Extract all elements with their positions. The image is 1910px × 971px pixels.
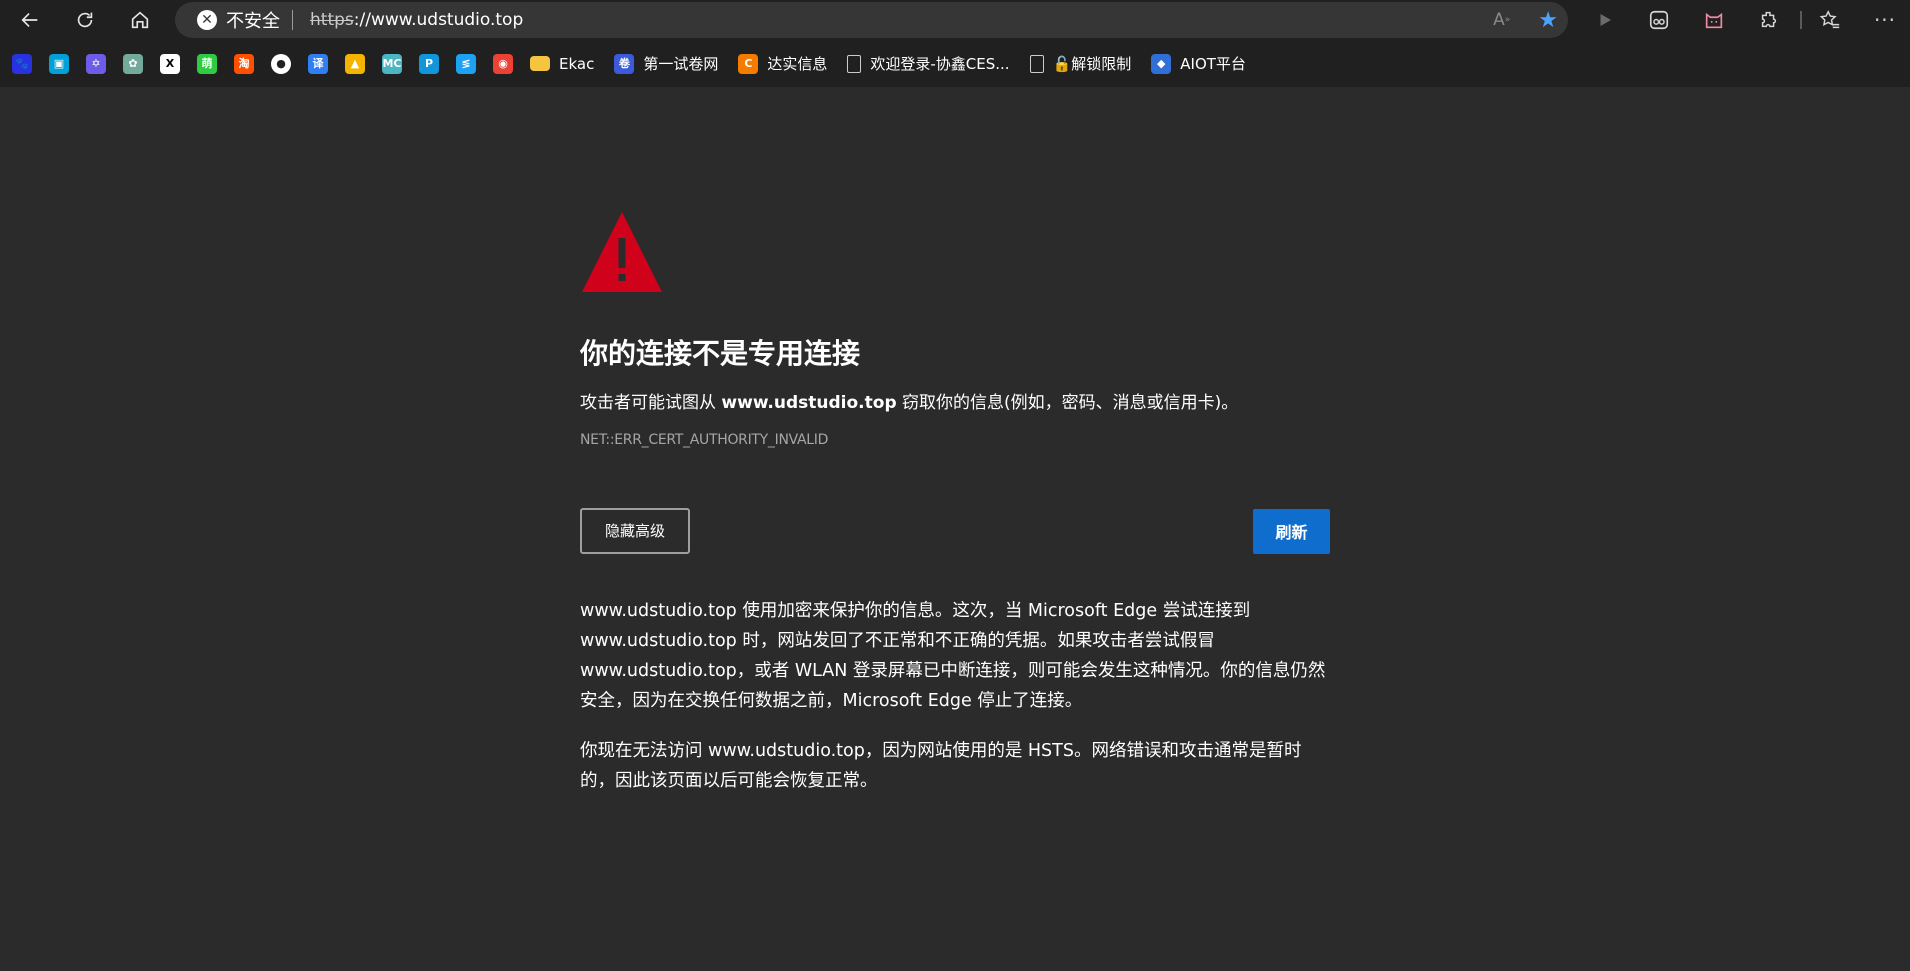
advanced-details-paragraph: www.udstudio.top 使用加密来保护你的信息。这次，当 Micros… [580,600,1326,711]
description-prefix: 攻击者可能试图从 [580,393,722,413]
back-arrow-icon [20,12,37,28]
juanwang-icon: 卷 [614,53,635,74]
bookmark-item[interactable]: ◉ [493,40,513,87]
play-icon[interactable] [1590,0,1620,40]
security-label[interactable]: 不安全 [226,7,280,33]
url-scheme: https [310,10,354,30]
bookmark-item[interactable]: ▬ Ekac [530,40,594,87]
refresh-page-button[interactable] [64,0,105,40]
bookmark-label: 🔓解锁限制 [1052,55,1132,73]
extension-cat-icon[interactable] [1699,0,1729,40]
bookmarks-bar: 🐾 ▣ ✡ ✿ X 萌淘 ● 译 ▲ MC P ≶ ◉ ▬ Ekac 卷第一试卷网 C 达实信息 欢迎登录-协鑫CE… [0,40,1910,87]
bookmark-label: Ekac [559,54,595,73]
bookmark-item[interactable]: 欢迎登录-协鑫CES... [847,40,1010,87]
extensions-puzzle-icon[interactable] [1754,0,1784,40]
bookmark-item[interactable]: 🐾 [12,40,32,87]
home-button[interactable] [119,0,160,40]
bookmark-item[interactable]: 萌 [197,40,217,87]
translate-icon: 译 [308,53,328,74]
warning-triangle-icon [582,212,662,292]
bookmark-item[interactable]: ▣ [49,40,69,87]
address-divider [292,10,293,30]
bookmark-item[interactable]: ◆ AIOT平台 [1151,40,1246,87]
aiot-icon: ◆ [1151,53,1172,74]
page-title: 你的连接不是专用连接 [580,337,861,370]
bookmark-item[interactable]: 🔓解锁限制 [1029,40,1132,87]
reload-icon [77,12,92,28]
meng-icon: 萌 [197,53,217,74]
home-icon [131,11,148,29]
github-icon: ● [271,53,291,74]
bookmark-item[interactable]: C 达实信息 [738,40,827,87]
description-host: www.udstudio.top [721,393,897,413]
toolbar-divider [1800,11,1802,29]
bookmark-item[interactable]: ▲ [345,40,365,87]
taobao-icon: 淘 [234,53,254,74]
url-host: ://www.udstudio.top [353,10,524,30]
bookmark-item[interactable]: 译 [308,40,328,87]
bookmark-label: AIOT平台 [1180,55,1246,73]
read-aloud-icon[interactable]: A» [1493,10,1510,30]
mc-icon: MC [382,53,402,74]
address-actions: A» ★ [1493,2,1558,38]
error-description: 攻击者可能试图从 www.udstudio.top 窃取你的信息(例如，密码、消… [580,392,1330,416]
hsts-paragraph: 你现在无法访问 www.udstudio.top，因为网站使用的是 HSTS。网… [580,740,1302,791]
page-icon [1029,54,1044,73]
error-code[interactable]: NET::ERR_CERT_AUTHORITY_INVALID [580,432,1330,448]
bookmark-item[interactable]: MC [382,40,402,87]
bookmark-item[interactable]: ✿ [123,40,143,87]
bookmark-label: 达实信息 [767,55,828,73]
arrow-s-icon: ≶ [456,53,476,74]
more-menu-icon[interactable]: ··· [1870,0,1900,40]
address-bar[interactable]: ✕ 不安全 https://www.udstudio.top A» ★ [175,2,1568,38]
bookmark-item[interactable]: 淘 [234,40,254,87]
extension-glasses-icon[interactable] [1644,0,1674,40]
bilibili-icon: ▣ [49,53,69,74]
page-icon [847,54,862,73]
bookmark-label: 第一试卷网 [643,55,719,73]
c-orange-icon: C [738,53,759,74]
not-secure-icon[interactable]: ✕ [197,10,217,30]
favorite-star-icon[interactable]: ★ [1538,8,1558,33]
bookmark-item[interactable]: 卷第一试卷网 [614,40,718,87]
bookmark-item[interactable]: ≶ [456,40,476,87]
google-drive-icon: ▲ [345,53,365,74]
bookmark-item[interactable]: ✡ [86,40,106,87]
chatgpt-icon: ✿ [123,53,143,74]
back-button[interactable] [9,0,50,40]
error-page: 你的连接不是专用连接 攻击者可能试图从 www.udstudio.top 窃取你… [580,210,1330,796]
browser-toolbar: ✕ 不安全 https://www.udstudio.top A» ★ ··· [0,0,1910,40]
hide-advanced-button[interactable]: 隐藏高级 [580,507,690,554]
p-icon: P [419,53,439,74]
favorites-icon[interactable] [1815,0,1845,40]
description-suffix: 窃取你的信息(例如，密码、消息或信用卡)。 [896,393,1239,413]
refresh-button[interactable]: 刷新 [1253,508,1330,554]
bookmark-item[interactable]: X [160,40,180,87]
bookmark-item[interactable]: P [419,40,439,87]
chrome-icon: ◉ [493,53,513,74]
x-icon: X [160,53,180,74]
url-text[interactable]: https://www.udstudio.top [310,10,523,30]
bookmark-item[interactable]: ● [271,40,291,87]
folder-icon: ▬ [530,56,550,71]
button-row: 隐藏高级 刷新 [580,507,1330,556]
bookmark-label: 欢迎登录-协鑫CES... [870,55,1010,73]
star-of-david-icon: ✡ [86,53,106,74]
baidu-icon: 🐾 [12,53,32,74]
